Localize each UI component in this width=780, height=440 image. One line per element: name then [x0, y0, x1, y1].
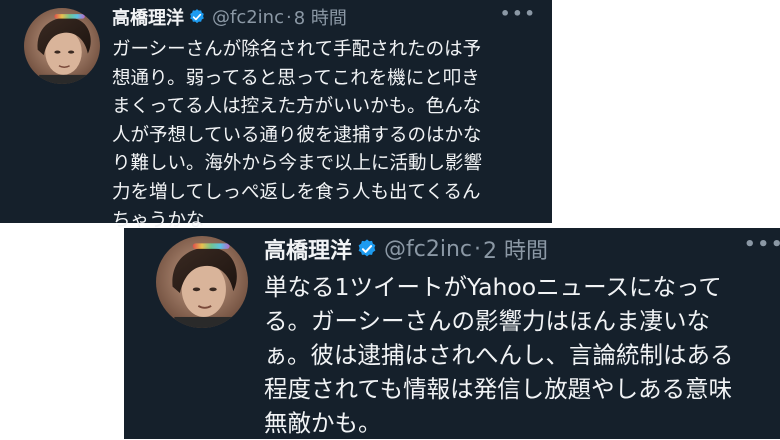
tweet-card-2[interactable]: 高橋理洋 @fc2inc · 2 時間 ••• 単なる1ツイートがYahooニュ…: [124, 228, 780, 439]
tweet-text-line: 想通り。弱ってると思ってこれを機にと叩き: [112, 67, 480, 89]
avatar[interactable]: [156, 236, 248, 328]
display-name[interactable]: 高橋理洋: [112, 4, 184, 30]
user-handle[interactable]: @fc2inc: [212, 7, 284, 28]
verified-badge-icon: [190, 9, 204, 24]
more-horizontal-icon[interactable]: •••: [500, 4, 537, 23]
separator-dot: ·: [286, 6, 292, 28]
tweet-text-line: 単なる1ツイートがYahooニュースになって: [264, 273, 722, 301]
avatar-photo: [24, 8, 100, 84]
tweet-header: 高橋理洋 @fc2inc · 2 時間: [264, 232, 548, 266]
timestamp[interactable]: 8 時間: [294, 4, 347, 30]
tweet-text-line: 人が予想している通り彼を逮捕するのはかな: [112, 124, 482, 146]
tweet-card-1[interactable]: 高橋理洋 @fc2inc · 8 時間 ••• ガーシーさんが除名されて手配され…: [0, 0, 552, 231]
tweet-text: ガーシーさんが除名されて手配されたのは予 想通り。弱ってると思ってこれを機にと叩…: [112, 36, 540, 236]
display-name[interactable]: 高橋理洋: [264, 233, 352, 265]
avatar-photo: [156, 236, 248, 328]
more-horizontal-icon[interactable]: •••: [744, 234, 780, 255]
verified-badge-icon: [358, 239, 376, 257]
tweet-text-line: 力を増してしっぺ返しを食う人も出てくるん: [112, 181, 481, 203]
tweet-text-line: 無敵かも。: [264, 409, 382, 437]
tweet-text-line: まくってる人は控えた方がいいかも。色んな: [112, 96, 482, 117]
avatar[interactable]: [24, 8, 100, 84]
tweet-text-line: り難しい。海外から今まで以上に活動し影響: [112, 153, 483, 174]
tweet-text-line: る。ガーシーさんの影響力はほんま凄いな: [264, 307, 711, 335]
separator-dot: ·: [474, 236, 482, 262]
timestamp[interactable]: 2 時間: [483, 233, 548, 265]
user-handle[interactable]: @fc2inc: [384, 237, 472, 262]
tweet-text-line: ガーシーさんが除名されて手配されたのは予: [112, 39, 482, 60]
tweet-text: 単なる1ツイートがYahooニュースになって る。ガーシーさんの影響力はほんま凄…: [264, 270, 764, 440]
tweet-header: 高橋理洋 @fc2inc · 8 時間: [112, 3, 347, 31]
tweet-text-line: 程度されても情報は発信し放題やしある意味: [264, 375, 733, 403]
tweet-text-line: ぁ。彼は逮捕はされへんし、言論統制はある: [264, 341, 734, 369]
